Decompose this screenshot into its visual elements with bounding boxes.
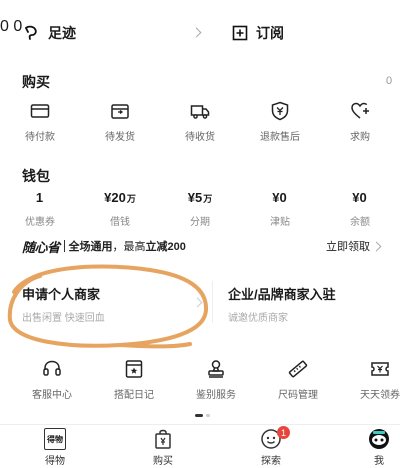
wallet-row: 1 优惠券 ¥20 万 借钱 ¥5 万 分期 ¥0 津贴 ¥0 余额	[0, 190, 400, 228]
outfit-diary-button[interactable]: 搭配日记	[92, 358, 176, 401]
wallet-allowance-value: ¥0	[272, 190, 287, 205]
tab-me-label: 我	[374, 456, 384, 467]
footprint-count: 0	[0, 18, 9, 35]
promo-text: 全场通用，最高立减200	[69, 238, 186, 254]
promo-separator	[63, 240, 65, 252]
refund-aftersale-button[interactable]: 退款售后	[240, 100, 320, 143]
brand-merchant-subtitle: 诚邀优质商家	[228, 313, 288, 324]
wallet-loan-unit: 万	[126, 194, 136, 204]
pending-payment-button[interactable]: 待付款	[0, 100, 80, 143]
wanted-label: 求购	[350, 132, 370, 143]
stamp-icon	[208, 360, 224, 378]
yen-shield-icon	[271, 101, 289, 121]
size-management-label: 尺码管理	[278, 390, 318, 401]
subscribe-plus-icon	[232, 25, 248, 41]
tab-explore-label: 探索	[261, 456, 281, 467]
footprint-entry[interactable]: 足迹	[22, 18, 76, 48]
wallet-title: 钱包	[22, 168, 50, 184]
personal-merchant-subtitle: 出售闲置 快速回血	[22, 313, 105, 324]
pending-shipment-button[interactable]: 待发货	[80, 100, 160, 143]
subscribe-label: 订阅	[256, 25, 284, 41]
tab-buy[interactable]: 购买	[128, 428, 198, 467]
wallet-allowance-label: 津贴	[270, 217, 290, 228]
authentication-service-label: 鉴别服务	[196, 390, 236, 401]
wallet-loan[interactable]: ¥20 万 借钱	[80, 190, 160, 228]
diary-star-icon	[125, 360, 143, 378]
box-icon	[111, 104, 129, 119]
wallet-card-icon	[30, 104, 50, 118]
tab-dewu[interactable]: 得物 得物	[20, 428, 90, 467]
wallet-coupon[interactable]: 1 优惠券	[0, 190, 80, 228]
daily-coupon-label: 天天领券	[360, 390, 400, 401]
purchase-count: 0	[386, 75, 393, 87]
shopping-bag-icon	[155, 429, 171, 449]
wallet-allowance[interactable]: ¥0 津贴	[240, 190, 320, 228]
bottom-tab-bar: 得物 得物 购买 1 探索 我	[0, 424, 400, 468]
brand-merchant-card[interactable]: 企业/品牌商家入驻 诚邀优质商家	[228, 284, 336, 324]
wallet-balance-value: ¥0	[352, 190, 367, 205]
footprint-icon	[25, 25, 37, 40]
pending-receipt-button[interactable]: 待收货	[160, 100, 240, 143]
personal-merchant-card[interactable]: 申请个人商家 出售闲置 快速回血	[22, 284, 105, 324]
tools-row: 客服中心 搭配日记 鉴别服务 尺码管理 天天领券	[0, 358, 400, 408]
customer-service-label: 客服中心	[32, 390, 72, 401]
wallet-coupon-value: 1	[35, 190, 44, 205]
promo-mid: ，最高	[112, 241, 146, 253]
coupon-ticket-icon	[371, 362, 389, 376]
brand-merchant-title: 企业/品牌商家入驻	[228, 287, 336, 302]
heart-plus-icon	[351, 102, 369, 119]
refund-aftersale-label: 退款售后	[260, 132, 300, 143]
ruler-icon	[288, 360, 308, 378]
wallet-balance-label: 余额	[350, 217, 370, 228]
daily-coupon-button[interactable]: 天天领券	[338, 358, 400, 401]
promo-claim-link[interactable]: 立即领取	[326, 238, 370, 254]
wallet-installment-label: 分期	[190, 217, 210, 228]
tab-me[interactable]: 我	[344, 428, 400, 467]
subscribe-entry[interactable]: 订阅	[232, 18, 284, 48]
tab-buy-label: 购买	[153, 456, 173, 467]
wallet-coupon-label: 优惠券	[25, 217, 55, 228]
promo-logo: 随心省	[22, 239, 60, 255]
chevron-right-icon	[371, 241, 382, 252]
wallet-balance[interactable]: ¥0 余额	[320, 190, 400, 228]
avatar-icon	[369, 429, 389, 449]
promo-banner[interactable]: 随心省 全场通用，最高立减200 立即领取	[22, 236, 400, 256]
promo-scope: 全场通用	[68, 241, 113, 253]
promo-highlight: 立减200	[145, 241, 186, 253]
page-dot-active	[195, 414, 203, 417]
dewu-logo-icon: 得物	[44, 428, 66, 450]
truck-icon	[190, 105, 210, 119]
wallet-installment-value: ¥5	[187, 190, 203, 205]
tab-explore[interactable]: 1 探索	[236, 426, 306, 467]
personal-merchant-title: 申请个人商家	[22, 287, 101, 302]
chevron-right-icon	[191, 27, 202, 38]
wallet-loan-value: ¥20	[104, 190, 126, 205]
wallet-installment[interactable]: ¥5 万 分期	[160, 190, 240, 228]
tab-dewu-label: 得物	[45, 456, 65, 467]
size-management-button[interactable]: 尺码管理	[256, 358, 340, 401]
authentication-service-button[interactable]: 鉴别服务	[174, 358, 258, 401]
outfit-diary-label: 搭配日记	[114, 390, 154, 401]
wallet-loan-label: 借钱	[110, 217, 130, 228]
purchase-title: 购买	[22, 74, 50, 90]
pending-shipment-label: 待发货	[105, 132, 135, 143]
customer-service-button[interactable]: 客服中心	[10, 358, 94, 401]
page-dot	[206, 414, 210, 417]
footprint-label: 足迹	[48, 25, 76, 41]
pending-payment-label: 待付款	[25, 132, 55, 143]
top-row: 足迹 0 订阅 0	[0, 18, 400, 48]
subscribe-count: 0	[13, 18, 23, 35]
wallet-installment-unit: 万	[203, 194, 213, 204]
explore-badge: 1	[277, 426, 290, 439]
headset-icon	[43, 360, 61, 376]
wanted-button[interactable]: 求购	[320, 100, 400, 143]
chevron-right-icon	[192, 297, 203, 308]
pending-receipt-label: 待收货	[185, 132, 215, 143]
page-indicator	[195, 414, 210, 417]
merchant-divider	[212, 281, 213, 323]
purchase-icon-row: 待付款 待发货 待收货 退款售后 求购	[0, 100, 400, 143]
